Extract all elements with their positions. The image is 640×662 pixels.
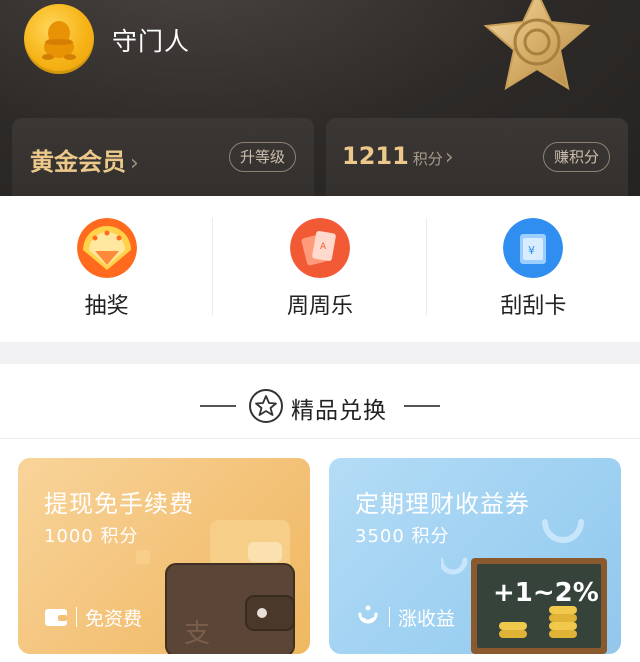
board-text: +1~2% <box>493 578 599 608</box>
divider <box>76 607 77 627</box>
chevron-right-icon: › <box>130 151 139 176</box>
points-value: 1211 <box>342 142 409 170</box>
svg-text:支: 支 <box>184 619 210 649</box>
penguin-icon <box>42 21 76 60</box>
svg-text:¥: ¥ <box>528 244 535 257</box>
promo-tag: 涨收益 <box>355 604 455 630</box>
promo-points: 3500 积分 <box>355 526 450 547</box>
lottery-fan-icon <box>76 218 137 278</box>
points-card[interactable]: 1211 积分› 赚积分 <box>326 118 628 196</box>
avatar[interactable] <box>24 4 94 74</box>
points-unit: 积分 <box>412 150 443 168</box>
shortcut-lottery[interactable]: 抽奖 <box>0 196 213 342</box>
promo-title: 定期理财收益券 <box>355 490 530 518</box>
playing-cards-icon: A <box>289 218 350 278</box>
promo-points: 1000 积分 <box>44 526 139 547</box>
upgrade-button[interactable]: 升等级 <box>228 142 296 172</box>
divider <box>200 405 236 407</box>
shortcut-label: 刮刮卡 <box>500 294 567 319</box>
wallet-illustration: 支 <box>136 520 295 654</box>
divider <box>404 405 440 407</box>
member-level: 黄金会员 › <box>30 142 139 177</box>
chevron-right-icon: › <box>444 145 454 170</box>
points-summary: 1211 积分› <box>342 142 454 170</box>
shortcut-weekly-fun[interactable]: A 周周乐 <box>213 196 426 342</box>
divider <box>389 607 390 627</box>
chalkboard-illustration: +1~2% <box>441 519 607 654</box>
member-header: 守门人 黄金会员 › 升等级 1211 积分› 赚积分 <box>0 0 640 196</box>
promo-tag-label: 涨收益 <box>398 607 456 630</box>
premium-exchange-section: 精品兑换 支 提现免手续费 1000 积分 免资费 +1~2% 定期理财收益券 … <box>0 364 640 662</box>
shortcut-scratch-card[interactable]: ¥ 刮刮卡 <box>427 196 640 342</box>
member-level-card[interactable]: 黄金会员 › 升等级 <box>12 118 314 196</box>
divider <box>0 438 640 439</box>
scratch-card-icon: ¥ <box>503 218 564 278</box>
section-title: 精品兑换 <box>291 398 387 424</box>
promo-title: 提现免手续费 <box>44 490 194 518</box>
member-level-text: 黄金会员 <box>30 148 126 176</box>
svg-text:A: A <box>320 242 327 252</box>
username: 守门人 <box>112 27 191 56</box>
smile-coin-icon <box>358 605 378 624</box>
shortcut-label: 抽奖 <box>84 294 129 319</box>
promo-card-fee-free[interactable]: 支 提现免手续费 1000 积分 免资费 <box>18 458 310 654</box>
section-header: 精品兑换 <box>0 386 640 426</box>
shortcut-row: 抽奖 A 周周乐 ¥ 刮刮卡 <box>0 196 640 342</box>
promo-tag-label: 免资费 <box>85 607 143 630</box>
gold-star-badge-icon <box>483 0 591 91</box>
promo-tag: 免资费 <box>44 604 142 630</box>
shortcut-label: 周周乐 <box>286 294 353 319</box>
earn-points-button[interactable]: 赚积分 <box>542 142 610 172</box>
promo-card-yield-coupon[interactable]: +1~2% 定期理财收益券 3500 积分 涨收益 <box>329 458 621 654</box>
wallet-icon <box>45 609 67 626</box>
star-icon <box>249 389 283 423</box>
